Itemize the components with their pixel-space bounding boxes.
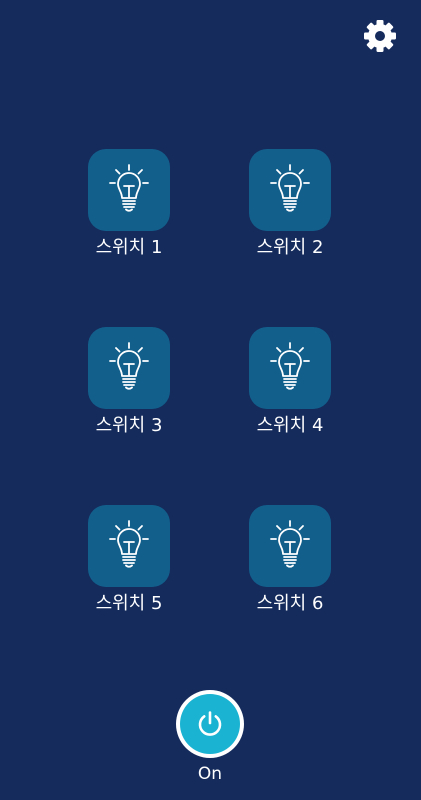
power-button-face[interactable]: [180, 694, 240, 754]
switch-3-tile[interactable]: [88, 327, 170, 409]
switch-4-button[interactable]: 스위치 4: [220, 327, 360, 437]
switch-5-button[interactable]: 스위치 5: [59, 505, 199, 615]
switch-3-label: 스위치 3: [95, 415, 163, 436]
lightbulb-icon: [270, 520, 310, 568]
lightbulb-icon: [270, 164, 310, 212]
switch-6-label: 스위치 6: [256, 593, 324, 614]
power-icon: [198, 711, 222, 736]
switch-1-tile[interactable]: [88, 149, 170, 231]
switch-5-label: 스위치 5: [95, 593, 163, 614]
gear-icon: [364, 20, 396, 52]
switch-6-button[interactable]: 스위치 6: [220, 505, 360, 615]
settings-button[interactable]: [362, 18, 398, 54]
lightbulb-icon: [270, 342, 310, 390]
lightbulb-icon: [109, 342, 149, 390]
switch-3-button[interactable]: 스위치 3: [59, 327, 199, 437]
switch-6-tile[interactable]: [249, 505, 331, 587]
switch-2-label: 스위치 2: [256, 237, 324, 258]
switch-2-button[interactable]: 스위치 2: [220, 149, 360, 259]
switch-2-tile[interactable]: [249, 149, 331, 231]
lightbulb-icon: [109, 520, 149, 568]
switch-1-label: 스위치 1: [95, 237, 163, 258]
lightbulb-icon: [109, 164, 149, 212]
switch-4-tile[interactable]: [249, 327, 331, 409]
switch-5-tile[interactable]: [88, 505, 170, 587]
power-button[interactable]: [176, 690, 244, 758]
power-label: On: [197, 764, 223, 784]
switch-4-label: 스위치 4: [256, 415, 324, 436]
switch-1-button[interactable]: 스위치 1: [59, 149, 199, 259]
